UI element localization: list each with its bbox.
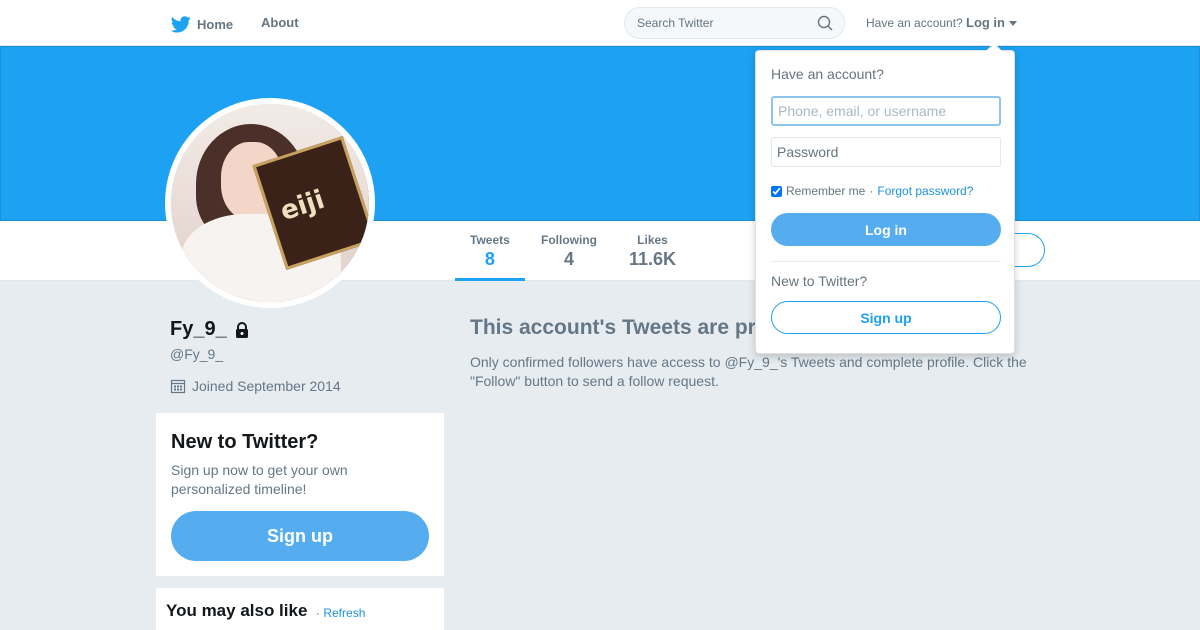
avatar[interactable]: eiji — [165, 98, 375, 308]
profile-name[interactable]: Fy_9_ — [170, 318, 251, 341]
search-input[interactable] — [637, 8, 812, 38]
top-navigation: Home About Have an account? Log in — [0, 0, 1200, 46]
refresh-link[interactable]: Refresh — [323, 606, 365, 620]
signup-card-text: Sign up now to get your own personalized… — [171, 462, 348, 497]
login-dropdown-toggle[interactable]: Log in — [966, 15, 1017, 30]
login-button[interactable]: Log in — [771, 213, 1001, 246]
dropdown-divider — [771, 261, 1001, 262]
remember-separator: · — [869, 184, 874, 198]
caret-down-icon — [1009, 20, 1017, 26]
password-field[interactable] — [771, 137, 1001, 167]
new-to-twitter-text: New to Twitter? — [771, 273, 868, 289]
profile-joined: Joined September 2014 — [170, 378, 341, 394]
lock-icon — [235, 321, 248, 338]
stat-value: 4 — [563, 249, 574, 269]
login-dropdown-title: Have an account? — [771, 66, 884, 82]
avatar-photo: eiji — [171, 104, 369, 302]
profile-name-text: Fy_9_ — [170, 318, 227, 340]
signup-card: New to Twitter? Sign up now to get your … — [156, 413, 444, 576]
signup-card-title: New to Twitter? — [171, 431, 319, 453]
username-field[interactable] — [771, 96, 1001, 126]
stat-tweets[interactable]: Tweets 8 — [455, 233, 525, 281]
suggestions-card: You may also like · Refresh — [156, 588, 444, 630]
avatar-box-text: eiji — [276, 184, 329, 227]
refresh-wrap: · Refresh — [316, 606, 365, 620]
twitter-bird-icon — [171, 15, 191, 32]
dropdown-signup-button[interactable]: Sign up — [771, 301, 1001, 334]
have-account-text: Have an account? — [866, 16, 963, 30]
stat-label: Likes — [637, 233, 668, 247]
stat-value: 11.6K — [629, 249, 677, 269]
remember-row: Remember me · Forgot password? — [771, 184, 973, 198]
profile-handle[interactable]: @Fy_9_ — [170, 346, 223, 362]
joined-text: Joined September 2014 — [192, 378, 341, 394]
remember-me-label: Remember me — [786, 184, 866, 198]
remember-me-checkbox[interactable] — [771, 185, 782, 197]
stat-label: Tweets — [470, 233, 510, 247]
nav-about-link[interactable]: About — [261, 15, 299, 33]
nav-home-link[interactable]: Home — [171, 15, 233, 33]
search-box — [624, 7, 845, 39]
signup-button[interactable]: Sign up — [171, 511, 429, 561]
search-icon[interactable] — [817, 15, 833, 31]
login-toggle-label: Log in — [966, 15, 1005, 30]
stat-value: 8 — [484, 249, 495, 269]
suggestions-title: You may also like — [166, 601, 308, 620]
protected-text: Only confirmed followers have access to … — [470, 354, 1027, 389]
forgot-password-link[interactable]: Forgot password? — [877, 184, 973, 198]
login-dropdown: Have an account? Remember me · Forgot pa… — [755, 43, 1015, 354]
stat-following[interactable]: Following 4 — [541, 233, 597, 270]
calendar-icon — [170, 379, 186, 394]
nav-home-label: Home — [197, 16, 234, 32]
stat-likes[interactable]: Likes 11.6K — [629, 233, 676, 270]
stat-label: Following — [541, 233, 597, 247]
